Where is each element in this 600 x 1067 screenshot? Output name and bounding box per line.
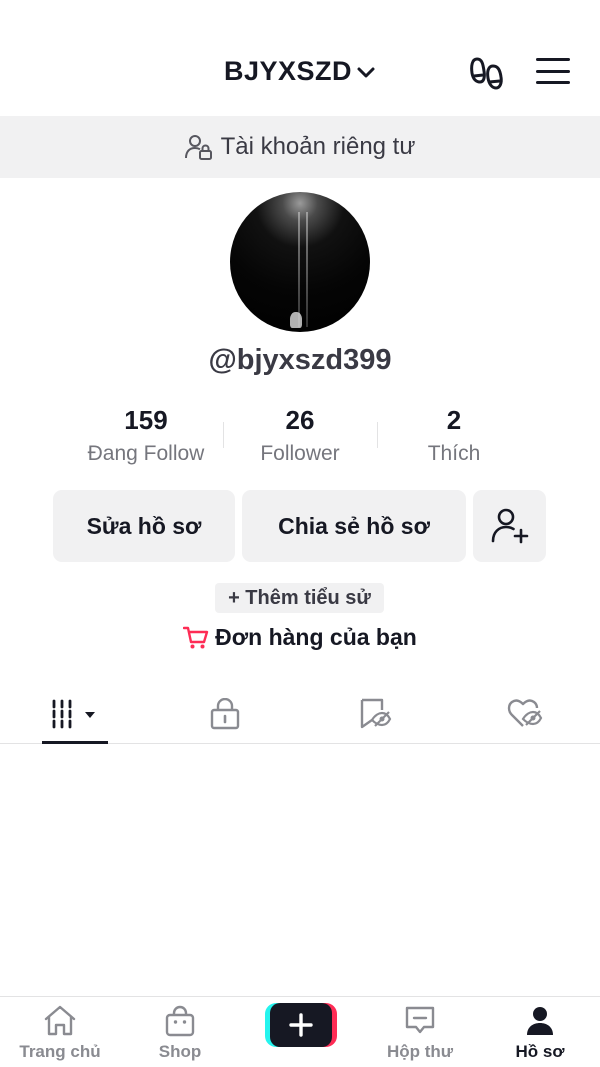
nav-inbox[interactable]: Hộp thư [360,1005,480,1062]
stat-followers[interactable]: 26 Follower [220,404,380,466]
nav-inbox-label: Hộp thư [386,1042,454,1061]
nav-profile-label: Hồ sơ [515,1042,565,1061]
likes-label: Thích [427,442,481,465]
plus-icon [289,1013,313,1037]
add-user-icon [491,508,528,544]
add-friend-button[interactable] [473,490,546,562]
tab-private[interactable] [150,686,300,742]
bookmark-hidden-icon [360,698,392,729]
active-tab-indicator [42,741,108,744]
menu-icon[interactable] [536,58,570,88]
home-icon [44,1005,76,1036]
tab-liked[interactable] [450,686,600,742]
bottom-navigation: Trang chủ Shop Hộp thư Hồ sơ [0,996,600,1067]
inbox-icon [405,1006,435,1034]
nav-profile[interactable]: Hồ sơ [480,1005,600,1062]
avatar[interactable] [230,192,370,332]
cart-icon [183,626,209,648]
footprint-icon[interactable] [470,56,504,92]
chevron-down-icon [357,67,375,77]
private-account-banner: Tài khoản riêng tư [0,116,600,178]
orders-label: Đơn hàng của bạn [215,624,417,650]
share-profile-button[interactable]: Chia sẻ hồ sơ [242,490,466,562]
tab-favorites[interactable] [300,686,450,742]
create-button[interactable] [265,1003,337,1047]
tab-videos[interactable] [0,686,150,742]
account-switcher[interactable]: BJYXSZD [0,56,600,87]
your-orders-link[interactable]: Đơn hàng của bạn [0,624,600,651]
stat-following[interactable]: 159 Đang Follow [66,404,226,466]
grid-icon [52,699,95,729]
profile-handle: @bjyxszd399 [208,344,392,376]
liked-hidden-icon [507,699,543,727]
add-bio-button[interactable]: + Thêm tiểu sử [215,583,384,613]
nav-shop[interactable]: Shop [120,1005,240,1062]
following-label: Đang Follow [87,442,205,465]
username-title: BJYXSZD [223,56,353,86]
followers-label: Follower [260,442,340,465]
private-account-text: Tài khoản riêng tư [220,133,416,160]
followers-count: 26 [285,405,315,435]
user-lock-icon [184,135,212,160]
nav-home-label: Trang chủ [19,1042,101,1061]
profile-icon [527,1007,553,1035]
top-header: BJYXSZD [0,0,600,116]
lock-icon [210,698,240,730]
nav-shop-label: Shop [158,1042,202,1061]
content-tabs [0,686,600,744]
likes-count: 2 [446,405,462,435]
nav-home[interactable]: Trang chủ [0,1005,120,1062]
following-count: 159 [124,405,168,435]
stat-likes[interactable]: 2 Thích [374,404,534,466]
edit-profile-button[interactable]: Sửa hồ sơ [53,490,235,562]
shopping-bag-icon [165,1005,195,1037]
